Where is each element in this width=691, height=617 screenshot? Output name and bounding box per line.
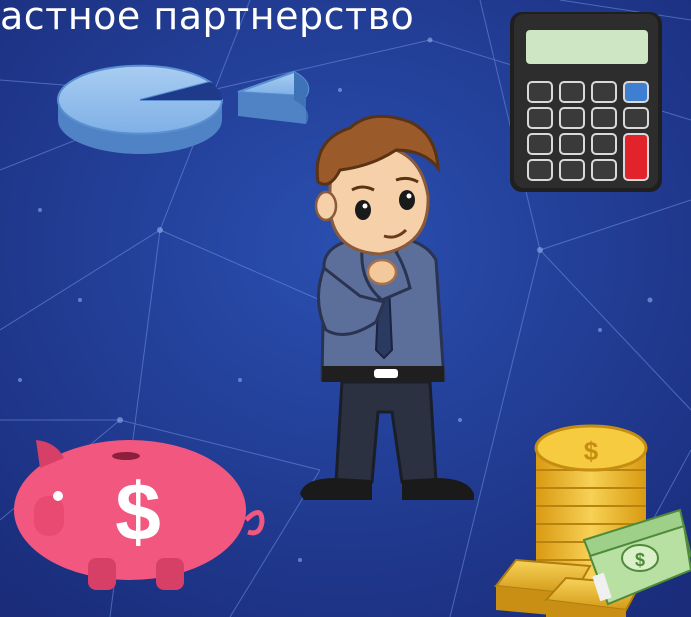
- banknote-dollar-sign: $: [635, 550, 645, 570]
- calculator-icon: [510, 12, 662, 192]
- piggy-bank-dollar-sign: $: [115, 467, 161, 558]
- background-graphic: $ $ $: [0, 0, 691, 617]
- slide-title: астное партнерство: [0, 0, 415, 38]
- slide-canvas: $ $ $ астное партнерство: [0, 0, 691, 617]
- coin-dollar-sign: $: [584, 436, 599, 466]
